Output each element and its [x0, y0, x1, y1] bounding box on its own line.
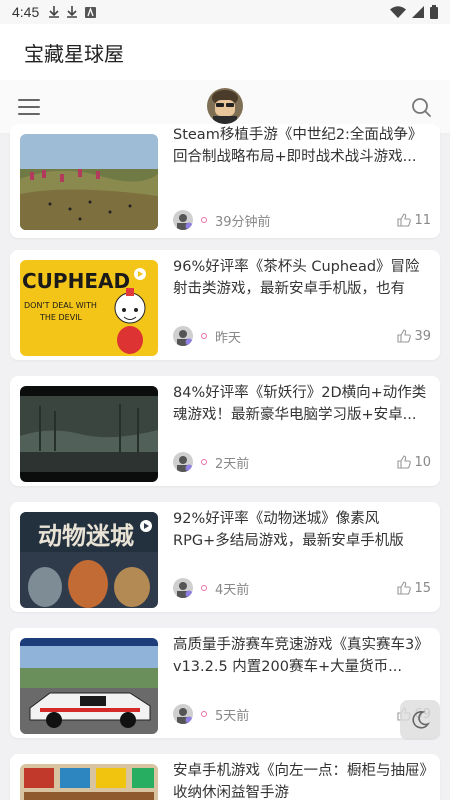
svg-text:动物迷城: 动物迷城	[38, 522, 134, 550]
author-avatar	[173, 452, 193, 472]
post-meta: 昨天 39	[173, 324, 431, 348]
search-icon[interactable]	[410, 96, 432, 118]
post-thumbnail	[20, 134, 158, 230]
like-count: 11	[414, 212, 431, 228]
author-avatar	[173, 704, 193, 724]
like-button[interactable]: 15	[397, 581, 431, 596]
like-count: 39	[414, 328, 431, 344]
svg-text:DON'T DEAL WITH: DON'T DEAL WITH	[24, 301, 97, 310]
app-bar: 宝藏星球屋	[0, 24, 450, 80]
post-thumbnail	[20, 764, 158, 800]
wifi-icon	[390, 6, 406, 18]
status-bar: 4:45	[0, 0, 450, 24]
post-meta: 5天前 69	[173, 702, 431, 726]
status-dot	[201, 333, 207, 339]
app-notification-icon	[85, 6, 97, 18]
like-count: 10	[414, 454, 431, 470]
post-meta: 39分钟前 11	[173, 208, 431, 232]
post-time: 39分钟前	[215, 214, 271, 230]
post-title: 安卓手机游戏《向左一点：橱柜与抽屉》收纳休闲益智手游	[173, 763, 427, 800]
post-thumbnail: 动物迷城	[20, 512, 158, 608]
dark-mode-button[interactable]	[400, 700, 440, 740]
post-card[interactable]: Steam移植手游《中世纪2:全面战争》回合制战略布局+即时战术战斗游戏... …	[10, 124, 440, 238]
post-time: 2天前	[215, 456, 250, 472]
moon-icon	[412, 711, 430, 729]
download-icon	[49, 6, 60, 18]
thumbs-up-icon	[397, 581, 412, 595]
post-thumbnail	[20, 386, 158, 482]
post-meta: 2天前 10	[173, 450, 431, 474]
post-time: 4天前	[215, 582, 250, 598]
status-dot	[201, 711, 207, 717]
post-thumbnail	[20, 638, 158, 734]
status-dot	[201, 585, 207, 591]
post-time: 昨天	[215, 330, 242, 346]
post-thumbnail: CUPHEAD DON'T DEAL WITH THE DEVIL	[20, 260, 158, 356]
post-meta: 4天前 15	[173, 576, 431, 600]
like-count: 15	[414, 580, 431, 596]
svg-text:THE DEVIL: THE DEVIL	[39, 313, 83, 322]
thumbs-up-icon	[397, 213, 412, 227]
like-button[interactable]: 11	[397, 213, 431, 228]
post-time: 5天前	[215, 708, 250, 724]
menu-icon[interactable]	[18, 97, 40, 117]
svg-text:CUPHEAD: CUPHEAD	[22, 269, 130, 293]
post-card[interactable]: CUPHEAD DON'T DEAL WITH THE DEVIL 96%好评率…	[10, 250, 440, 360]
author-avatar	[173, 326, 193, 346]
post-title: Steam移植手游《中世纪2:全面战争》回合制战略布局+即时战术战斗游戏...	[173, 127, 423, 165]
post-card[interactable]: 高质量手游赛车竞速游戏《真实赛车3》v13.2.5 内置200赛车+大量货币..…	[10, 628, 440, 738]
post-title: 84%好评率《斩妖行》2D横向+动作类魂游戏！最新豪华电脑学习版+安卓...	[173, 385, 427, 423]
post-card[interactable]: 84%好评率《斩妖行》2D横向+动作类魂游戏！最新豪华电脑学习版+安卓... 2…	[10, 376, 440, 486]
post-title: 96%好评率《茶杯头 Cuphead》冒险射击类游戏，最新安卓手机版，也有电..…	[173, 259, 420, 297]
thumbs-up-icon	[397, 329, 412, 343]
download-icon-2	[67, 6, 78, 18]
post-title: 高质量手游赛车竞速游戏《真实赛车3》v13.2.5 内置200赛车+大量货币..…	[173, 637, 422, 675]
status-time: 4:45	[12, 4, 40, 20]
post-title: 92%好评率《动物迷城》像素风RPG+多结局游戏，最新安卓手机版+...	[173, 511, 404, 549]
app-title: 宝藏星球屋	[24, 41, 124, 66]
status-dot	[201, 217, 207, 223]
author-avatar	[173, 578, 193, 598]
signal-icon	[412, 6, 424, 18]
author-avatar	[173, 210, 193, 230]
post-card[interactable]: 动物迷城 92%好评率《动物迷城》像素风RPG+多结局游戏，最新安卓手机版+..…	[10, 502, 440, 612]
like-button[interactable]: 10	[397, 455, 431, 470]
post-card[interactable]: 安卓手机游戏《向左一点：橱柜与抽屉》收纳休闲益智手游	[10, 754, 440, 800]
status-dot	[201, 459, 207, 465]
thumbs-up-icon	[397, 455, 412, 469]
battery-icon	[430, 5, 438, 19]
avatar[interactable]	[207, 88, 243, 124]
like-button[interactable]: 39	[397, 329, 431, 344]
